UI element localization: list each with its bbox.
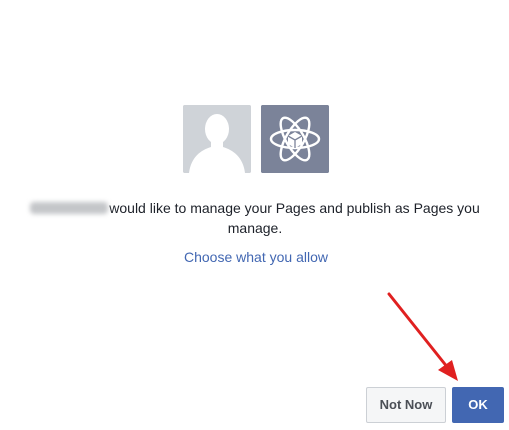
user-silhouette-icon — [183, 105, 251, 173]
avatars-row — [183, 105, 329, 173]
permission-dialog: would like to manage your Pages and publ… — [0, 0, 509, 430]
ok-button[interactable]: OK — [452, 387, 504, 423]
redacted-app-name — [30, 202, 109, 214]
not-now-button[interactable]: Not Now — [366, 387, 446, 423]
choose-what-you-allow-link[interactable]: Choose what you allow — [0, 248, 509, 266]
user-avatar — [183, 105, 251, 173]
permission-message: would like to manage your Pages and publ… — [30, 198, 480, 238]
permission-message-text: would like to manage your Pages and publ… — [109, 200, 480, 236]
atom-icon — [261, 105, 329, 173]
app-avatar — [261, 105, 329, 173]
